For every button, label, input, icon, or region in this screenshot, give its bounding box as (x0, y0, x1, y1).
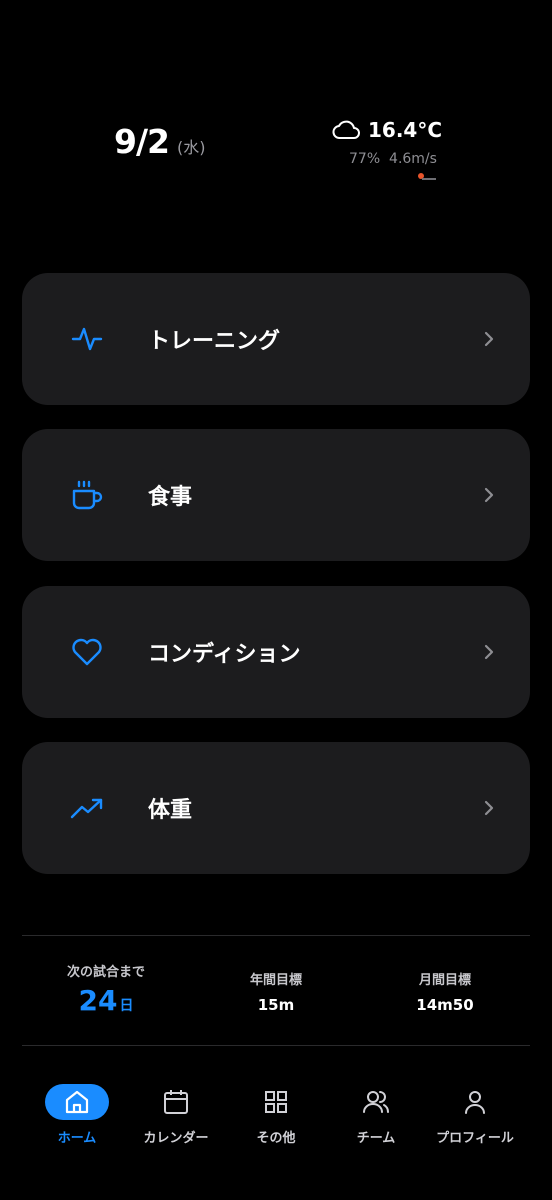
weather-details: 77% 4.6m/s (349, 151, 452, 167)
temperature: 16.4°C (368, 118, 443, 142)
meal-label: 食事 (148, 485, 193, 510)
countdown-label: 次の試合まで (66, 965, 145, 980)
chevron-right-icon (484, 644, 494, 660)
monthly-goal-label: 月間目標 (418, 973, 471, 988)
countdown-value: 24 (78, 984, 118, 1017)
heart-icon (72, 638, 102, 666)
tab-calendar[interactable]: カレンダー (126, 1084, 226, 1146)
activity-pulse-icon (71, 327, 103, 351)
tab-home-label: ホーム (57, 1131, 97, 1146)
training-card[interactable]: トレーニング (22, 273, 530, 405)
weight-label: 体重 (148, 798, 193, 823)
weather-logo (418, 173, 436, 181)
tab-profile[interactable]: プロフィール (425, 1084, 525, 1146)
weather-widget: 16.4°C 77% 4.6m/s (332, 118, 452, 181)
monthly-goal-stat: 月間目標 14m50 (385, 969, 505, 1014)
condition-card[interactable]: コンディション (22, 586, 530, 718)
grid-icon (265, 1091, 287, 1113)
weight-card[interactable]: 体重 (22, 742, 530, 874)
trending-up-icon (70, 798, 103, 819)
tab-calendar-label: カレンダー (143, 1131, 209, 1146)
coffee-cup-icon (72, 480, 103, 510)
tab-other-label: その他 (256, 1131, 296, 1146)
tab-team-label: チーム (356, 1131, 396, 1146)
date-text: 9/2 (114, 122, 170, 161)
team-icon (363, 1091, 390, 1113)
yearly-goal-stat: 年間目標 15m (216, 969, 336, 1014)
chevron-right-icon (484, 487, 494, 503)
chevron-right-icon (484, 800, 494, 816)
humidity: 77% (349, 151, 381, 167)
training-label: トレーニング (148, 329, 281, 354)
weekday-text: (水) (176, 138, 206, 157)
chevron-right-icon (484, 331, 494, 347)
calendar-icon (164, 1090, 188, 1114)
user-icon (465, 1091, 485, 1114)
cloud-icon (332, 120, 360, 139)
yearly-goal-label: 年間目標 (249, 973, 302, 988)
wind-speed: 4.6m/s (389, 151, 437, 167)
divider (22, 935, 530, 936)
tab-home[interactable]: ホーム (27, 1084, 127, 1146)
monthly-goal-value: 14m50 (416, 996, 474, 1014)
home-icon (65, 1090, 89, 1114)
countdown-stat: 次の試合まで 24 日 (46, 961, 166, 1017)
tab-team[interactable]: チーム (326, 1084, 426, 1146)
date-header: 9/2 (水) (114, 122, 205, 161)
condition-label: コンディション (148, 642, 301, 667)
countdown-unit: 日 (119, 998, 134, 1014)
divider (22, 1045, 530, 1046)
tab-profile-label: プロフィール (436, 1131, 514, 1146)
tab-other[interactable]: その他 (226, 1084, 326, 1146)
meal-card[interactable]: 食事 (22, 429, 530, 561)
yearly-goal-value: 15m (257, 996, 295, 1014)
